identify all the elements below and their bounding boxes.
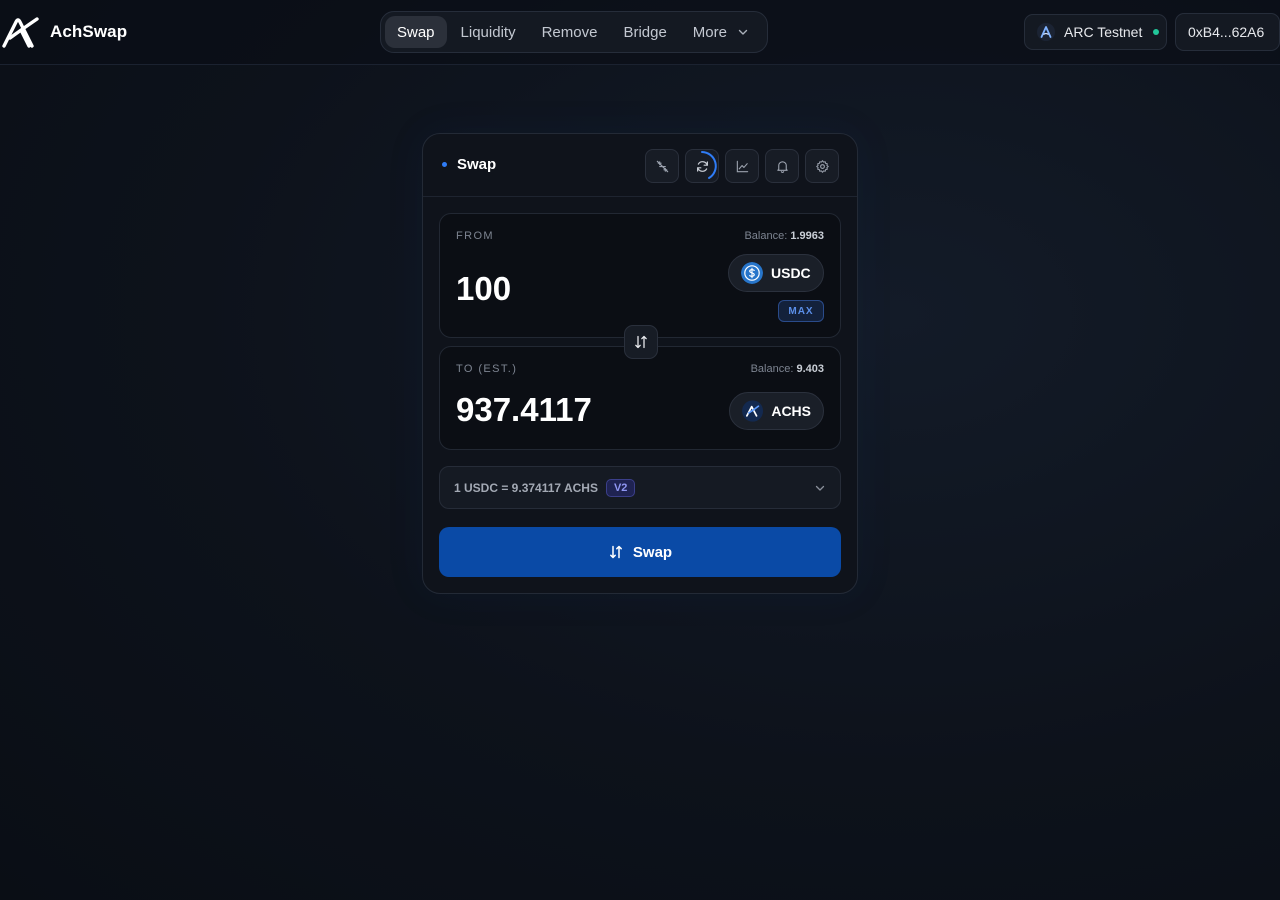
usdc-token-icon: [741, 262, 763, 284]
from-label: FROM: [456, 230, 494, 242]
achswap-logo-icon: [2, 17, 39, 48]
to-panel: TO (EST.) Balance: 9.403 937.4117 ACHS: [439, 346, 841, 450]
routing-toggle-button[interactable]: [645, 149, 679, 183]
brand[interactable]: AchSwap: [2, 16, 127, 48]
from-token-symbol: USDC: [771, 265, 811, 281]
no-routing-icon: [656, 160, 668, 172]
refresh-button[interactable]: [685, 149, 719, 183]
swap-card: Swap FROM Balance: 1.9963 100 USDC MAX T…: [422, 133, 858, 594]
refresh-progress-ring-icon: [701, 151, 717, 179]
nav-item-more[interactable]: More: [681, 16, 761, 48]
balance-value: 9.403: [796, 363, 824, 375]
exchange-rate-text: 1 USDC = 9.374117 ACHS: [454, 480, 598, 495]
brand-name: AchSwap: [50, 22, 128, 41]
top-header: AchSwap Swap Liquidity Remove Bridge Mor…: [0, 0, 1280, 65]
from-balance: Balance: 1.9963: [744, 230, 824, 242]
gear-icon: [815, 159, 829, 173]
title-dot: [442, 162, 447, 167]
card-title-text: Swap: [457, 156, 497, 173]
from-token-selector[interactable]: USDC: [728, 254, 824, 292]
nav-item-label: More: [692, 23, 727, 41]
nav-item-bridge[interactable]: Bridge: [611, 16, 678, 48]
nav-item-swap[interactable]: Swap: [385, 16, 447, 48]
nav-item-label: Swap: [397, 23, 435, 41]
bell-icon: [776, 160, 788, 173]
flip-direction-button[interactable]: [624, 325, 658, 359]
nav-item-liquidity[interactable]: Liquidity: [449, 16, 528, 48]
main-nav: Swap Liquidity Remove Bridge More: [380, 11, 768, 53]
from-panel: FROM Balance: 1.9963 100 USDC MAX: [439, 213, 841, 338]
to-token-symbol: ACHS: [771, 403, 811, 419]
to-balance: Balance: 9.403: [751, 363, 824, 375]
settings-button[interactable]: [805, 149, 839, 183]
chevron-down-icon: [815, 485, 825, 491]
nav-item-label: Bridge: [623, 23, 667, 41]
swap-button[interactable]: Swap: [439, 527, 841, 577]
wallet-address-button[interactable]: 0xB4...62A6: [1175, 13, 1280, 51]
to-amount-output[interactable]: 937.4117: [456, 391, 592, 429]
arc-network-icon: [1037, 23, 1055, 41]
chart-icon: [736, 160, 748, 172]
nav-item-label: Liquidity: [460, 23, 516, 41]
card-toolbar: [645, 149, 839, 183]
balance-label: Balance:: [750, 363, 794, 375]
alerts-button[interactable]: [765, 149, 799, 183]
nav-item-remove[interactable]: Remove: [530, 16, 610, 48]
network-label: ARC Testnet: [1064, 24, 1143, 40]
from-amount-input[interactable]: 100: [456, 270, 511, 308]
card-title: Swap: [442, 156, 496, 173]
wallet-address: 0xB4...62A6: [1188, 24, 1265, 40]
rate-details-toggle[interactable]: 1 USDC = 9.374117 ACHS V2: [439, 466, 841, 509]
nav-item-label: Remove: [541, 23, 598, 41]
max-button[interactable]: MAX: [778, 300, 824, 322]
balance-value: 1.9963: [790, 230, 824, 242]
swap-arrows-icon: [635, 335, 647, 349]
swap-button-label: Swap: [632, 543, 673, 561]
to-token-selector[interactable]: ACHS: [729, 392, 824, 430]
swap-card-header: Swap: [423, 134, 857, 197]
balance-label: Balance:: [744, 230, 788, 242]
network-selector[interactable]: ARC Testnet: [1024, 14, 1167, 50]
chevron-down-icon: [738, 29, 748, 35]
to-label: TO (EST.): [456, 363, 518, 375]
chart-button[interactable]: [725, 149, 759, 183]
swap-arrows-icon: [609, 545, 622, 559]
network-status-dot: [1153, 29, 1160, 35]
version-badge: V2: [605, 478, 636, 497]
achs-token-icon: [742, 400, 764, 422]
